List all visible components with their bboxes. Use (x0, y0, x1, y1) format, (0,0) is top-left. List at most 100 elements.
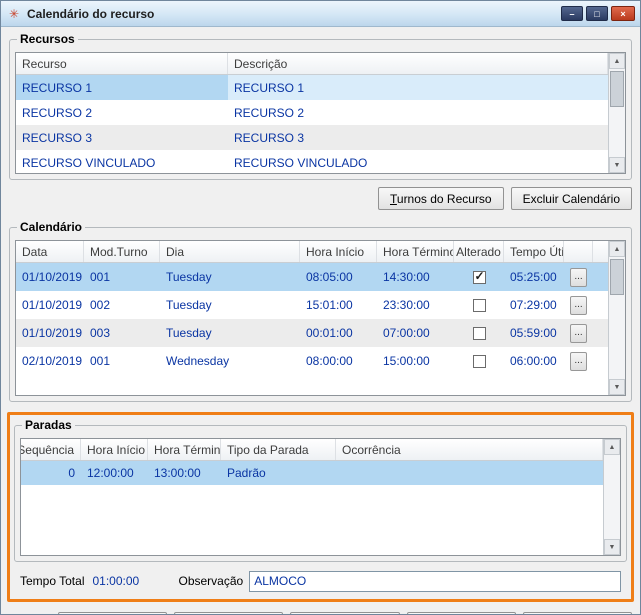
column-header-sequencia[interactable]: Sequência (21, 439, 81, 460)
column-header-dia[interactable]: Dia (160, 241, 300, 262)
calendario-row[interactable]: 01/10/2019 003 Tuesday 00:01:00 07:00:00… (16, 319, 608, 347)
column-header-alterado[interactable]: Alterado (454, 241, 504, 262)
turnos-do-recurso-button[interactable]: Turnos do Recurso (378, 187, 504, 210)
scrollbar-thumb[interactable] (610, 71, 624, 107)
maximize-button[interactable]: □ (586, 6, 608, 21)
recursos-scrollbar: ▲ ▼ (608, 53, 625, 173)
tempo-total-value: 01:00:00 (92, 574, 156, 588)
alterado-checkbox[interactable] (473, 327, 486, 340)
recursos-actions: Turnos do Recurso Excluir Calendário (9, 187, 632, 210)
tempo-total-label: Tempo Total (20, 574, 84, 588)
calendario-grid-main: Data Mod.Turno Dia Hora Início Hora Térm… (16, 241, 608, 395)
cell-descricao: RECURSO 1 (228, 75, 608, 100)
column-header-hora-termino[interactable]: Hora Término (377, 241, 454, 262)
cell-hora-inicio: 15:01:00 (300, 291, 377, 319)
recursos-row[interactable]: RECURSO VINCULADO RECURSO VINCULADO (16, 150, 608, 173)
scroll-down-icon[interactable]: ▼ (609, 157, 625, 173)
recursos-grid: Recurso Descrição RECURSO 1 RECURSO 1 RE… (15, 52, 626, 174)
column-header-descricao[interactable]: Descrição (228, 53, 608, 74)
cell-mod-turno: 002 (84, 291, 160, 319)
cell-tempo-util: 05:59:00 (504, 319, 564, 347)
row-detail-button[interactable]: ... (570, 352, 587, 371)
scroll-up-icon[interactable]: ▲ (609, 53, 625, 69)
calendario-row[interactable]: 02/10/2019 001 Wednesday 08:00:00 15:00:… (16, 347, 608, 375)
alterado-checkbox[interactable] (473, 271, 486, 284)
paradas-grid: Sequência Hora Início Hora Término Tipo … (20, 438, 621, 556)
calendario-row-selected[interactable]: 01/10/2019 001 Tuesday 08:05:00 14:30:00… (16, 263, 608, 291)
cell-hora-inicio: 08:00:00 (300, 347, 377, 375)
excluir-calendario-button[interactable]: Excluir Calendário (511, 187, 632, 210)
calendario-scrollbar: ▲ ▼ (608, 241, 625, 395)
cell-mod-turno: 003 (84, 319, 160, 347)
window-title: Calendário do recurso (27, 7, 561, 21)
column-header-hora-inicio[interactable]: Hora Início (300, 241, 377, 262)
button-label: urnos do Recurso (397, 192, 492, 206)
cell-ocorrencia (336, 461, 603, 485)
paradas-groupbox: Paradas Sequência Hora Início Hora Térmi… (14, 425, 627, 562)
paradas-grid-main: Sequência Hora Início Hora Término Tipo … (21, 439, 603, 555)
cell-detail: ... (564, 347, 593, 375)
recursos-row[interactable]: RECURSO 3 RECURSO 3 (16, 125, 608, 150)
column-header-recurso[interactable]: Recurso (16, 53, 228, 74)
scrollbar-track[interactable] (609, 257, 625, 379)
scrollbar-track[interactable] (609, 69, 625, 157)
column-header-hora-inicio[interactable]: Hora Início (81, 439, 148, 460)
cell-detail: ... (564, 263, 593, 291)
cell-detail: ... (564, 319, 593, 347)
scrollbar-thumb[interactable] (610, 259, 624, 295)
column-header-mod-turno[interactable]: Mod.Turno (84, 241, 160, 262)
row-detail-button[interactable]: ... (570, 268, 587, 287)
app-icon: ✳ (6, 6, 22, 22)
scroll-down-icon[interactable]: ▼ (609, 379, 625, 395)
recursos-groupbox: Recursos Recurso Descrição RECURSO 1 REC… (9, 39, 632, 180)
recursos-grid-header: Recurso Descrição (16, 53, 608, 75)
paradas-scrollbar: ▲ ▼ (603, 439, 620, 555)
cell-alterado (454, 319, 504, 347)
alterado-checkbox[interactable] (473, 299, 486, 312)
scroll-up-icon[interactable]: ▲ (609, 241, 625, 257)
scroll-up-icon[interactable]: ▲ (604, 439, 620, 455)
paradas-highlight-border: Paradas Sequência Hora Início Hora Térmi… (7, 412, 634, 602)
column-header-tempo-util[interactable]: Tempo Útil (504, 241, 564, 262)
cell-descricao: RECURSO 2 (228, 100, 608, 125)
cell-hora-inicio: 00:01:00 (300, 319, 377, 347)
paradas-grid-header: Sequência Hora Início Hora Término Tipo … (21, 439, 603, 461)
cell-descricao: RECURSO VINCULADO (228, 150, 608, 173)
cell-data: 01/10/2019 (16, 291, 84, 319)
cell-hora-termino: 07:00:00 (377, 319, 454, 347)
cell-alterado (454, 347, 504, 375)
dialog-client-area: Recursos Recurso Descrição RECURSO 1 REC… (1, 27, 640, 615)
cell-sequencia: 0 (21, 461, 81, 485)
calendario-grid: Data Mod.Turno Dia Hora Início Hora Térm… (15, 240, 626, 396)
cell-hora-termino: 23:30:00 (377, 291, 454, 319)
cell-hora-inicio: 12:00:00 (81, 461, 148, 485)
column-header-tipo-parada[interactable]: Tipo da Parada (221, 439, 336, 460)
cell-alterado (454, 291, 504, 319)
close-button[interactable]: × (611, 6, 635, 21)
cell-recurso: RECURSO VINCULADO (16, 150, 228, 173)
recursos-grid-body: RECURSO 1 RECURSO 1 RECURSO 2 RECURSO 2 … (16, 75, 608, 173)
paradas-footer: Tempo Total 01:00:00 Observação (20, 570, 621, 592)
recursos-row[interactable]: RECURSO 2 RECURSO 2 (16, 100, 608, 125)
calendario-row[interactable]: 01/10/2019 002 Tuesday 15:01:00 23:30:00… (16, 291, 608, 319)
cell-data: 01/10/2019 (16, 263, 84, 291)
calendario-grid-header: Data Mod.Turno Dia Hora Início Hora Térm… (16, 241, 608, 263)
cell-dia: Tuesday (160, 263, 300, 291)
cell-tempo-util: 06:00:00 (504, 347, 564, 375)
alterado-checkbox[interactable] (473, 355, 486, 368)
paradas-row-selected[interactable]: 0 12:00:00 13:00:00 Padrão (21, 461, 603, 485)
column-header-data[interactable]: Data (16, 241, 84, 262)
cell-hora-termino: 15:00:00 (377, 347, 454, 375)
row-detail-button[interactable]: ... (570, 296, 587, 315)
empty-rows-area (21, 485, 603, 555)
row-detail-button[interactable]: ... (570, 324, 587, 343)
observacao-input[interactable] (249, 571, 621, 592)
scroll-down-icon[interactable]: ▼ (604, 539, 620, 555)
recursos-row-selected[interactable]: RECURSO 1 RECURSO 1 (16, 75, 608, 100)
column-header-ocorrencia[interactable]: Ocorrência (336, 439, 603, 460)
scrollbar-track[interactable] (604, 455, 620, 539)
column-header-hora-termino[interactable]: Hora Término (148, 439, 221, 460)
minimize-button[interactable]: – (561, 6, 583, 21)
button-accel: T (390, 192, 397, 206)
cell-descricao: RECURSO 3 (228, 125, 608, 150)
